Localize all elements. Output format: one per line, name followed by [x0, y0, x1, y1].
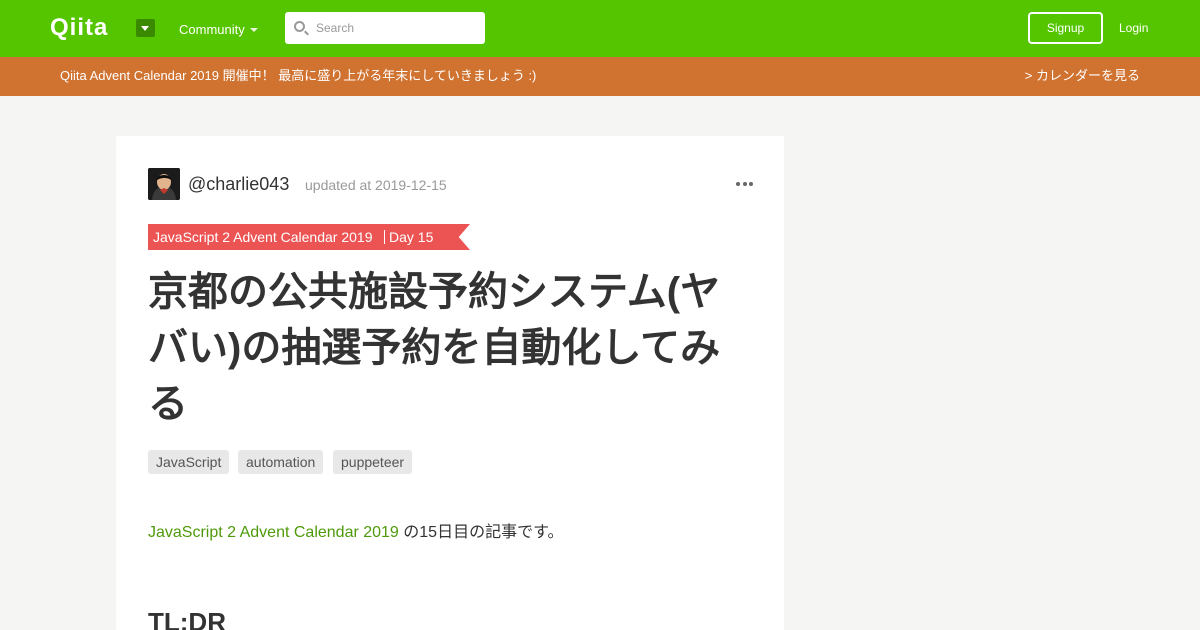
banner-text: Qiita Advent Calendar 2019 開催中！ 最高に盛り上がる… — [60, 68, 537, 83]
search-box[interactable] — [285, 12, 485, 44]
signup-button[interactable]: Signup — [1028, 12, 1103, 44]
top-navbar: Qiita Community Signup Login — [0, 0, 1200, 57]
search-input[interactable] — [316, 19, 476, 37]
intro-text: の15日目の記事です。 — [398, 524, 564, 541]
article-card: @charlie043 updated at 2019-12-15 JavaSc… — [116, 136, 784, 630]
article-intro: JavaScript 2 Advent Calendar 2019 の15日目の… — [148, 522, 563, 544]
ribbon-day: Day 15 — [389, 229, 434, 245]
more-options-icon[interactable] — [736, 182, 753, 186]
qiita-logo[interactable]: Qiita — [50, 15, 108, 41]
section-heading: TL;DR — [148, 607, 226, 630]
chevron-down-icon[interactable] — [250, 28, 258, 32]
article-title: 京都の公共施設予約システム(ヤバい)の抽選予約を自動化してみる — [148, 270, 721, 426]
search-icon — [294, 21, 305, 32]
advent-calendar-link[interactable]: JavaScript 2 Advent Calendar 2019 — [148, 524, 399, 541]
advent-calendar-banner: Qiita Advent Calendar 2019 開催中！ 最高に盛り上がる… — [0, 57, 1200, 96]
advent-calendar-ribbon[interactable]: JavaScript 2 Advent Calendar 2019 Day 15 — [148, 224, 470, 250]
tag-automation[interactable]: automation — [238, 450, 324, 474]
community-menu[interactable]: Community — [179, 22, 245, 38]
login-link[interactable]: Login — [1119, 20, 1148, 36]
calendar-link[interactable]: > カレンダーを見る — [1025, 68, 1140, 84]
avatar[interactable] — [148, 168, 180, 200]
tag-puppeteer[interactable]: puppeteer — [333, 450, 413, 474]
updated-date: updated at 2019-12-15 — [305, 177, 447, 193]
logo-dropdown-icon[interactable] — [136, 19, 155, 37]
author-username[interactable]: @charlie043 — [188, 174, 289, 194]
ribbon-divider — [384, 230, 385, 244]
ribbon-calendar-name: JavaScript 2 Advent Calendar 2019 — [153, 229, 373, 245]
tag-javascript[interactable]: JavaScript — [148, 450, 230, 474]
